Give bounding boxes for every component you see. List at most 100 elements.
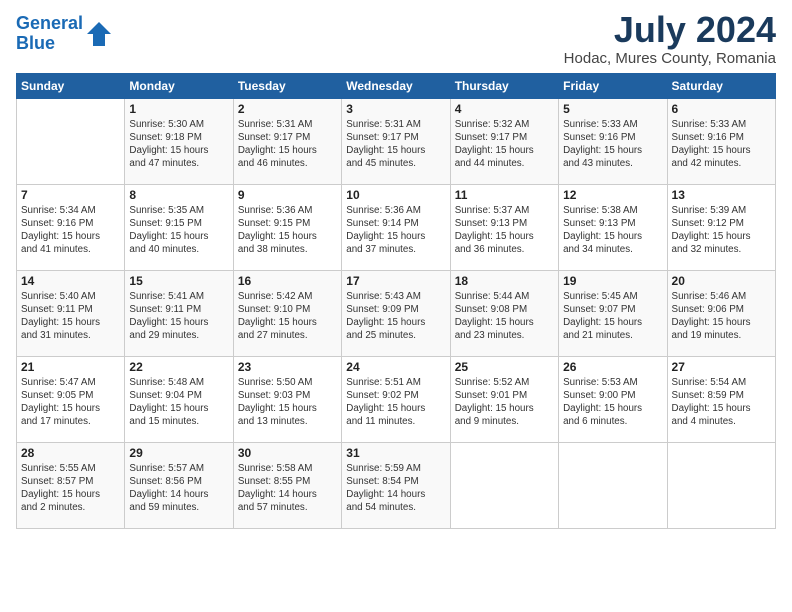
day-info: Sunrise: 5:52 AM Sunset: 9:01 PM Dayligh… [455,376,554,429]
day-info: Sunrise: 5:44 AM Sunset: 9:08 PM Dayligh… [455,290,554,343]
calendar-cell: 27 Sunrise: 5:54 AM Sunset: 8:59 PM Dayli… [667,356,775,442]
calendar-cell: 5 Sunrise: 5:33 AM Sunset: 9:16 PM Daylig… [559,98,667,184]
day-number: 19 [563,274,662,288]
day-info: Sunrise: 5:55 AM Sunset: 8:57 PM Dayligh… [21,462,120,515]
calendar-cell: 22 Sunrise: 5:48 AM Sunset: 9:04 PM Dayli… [125,356,233,442]
day-info: Sunrise: 5:40 AM Sunset: 9:11 PM Dayligh… [21,290,120,343]
day-info: Sunrise: 5:39 AM Sunset: 9:12 PM Dayligh… [672,204,771,257]
calendar-cell [559,442,667,528]
day-info: Sunrise: 5:47 AM Sunset: 9:05 PM Dayligh… [21,376,120,429]
week-row-1: 7Sunrise: 5:34 AM Sunset: 9:16 PM Daylig… [17,184,776,270]
day-info: Sunrise: 5:54 AM Sunset: 8:59 PM Dayligh… [672,376,771,429]
weekday-header-row: SundayMondayTuesdayWednesdayThursdayFrid… [17,73,776,98]
weekday-tuesday: Tuesday [233,73,341,98]
calendar-cell: 30 Sunrise: 5:58 AM Sunset: 8:55 PM Dayli… [233,442,341,528]
calendar-cell: 3 Sunrise: 5:31 AM Sunset: 9:17 PM Daylig… [342,98,450,184]
calendar-cell: 28 Sunrise: 5:55 AM Sunset: 8:57 PM Dayli… [17,442,125,528]
calendar-cell: 24Sunrise: 5:51 AM Sunset: 9:02 PM Dayli… [342,356,450,442]
day-number: 8 [129,188,228,202]
calendar-cell: 9Sunrise: 5:36 AM Sunset: 9:15 PM Daylig… [233,184,341,270]
day-number: 27 [672,360,771,374]
calendar-cell: 7Sunrise: 5:34 AM Sunset: 9:16 PM Daylig… [17,184,125,270]
logo: General Blue [16,14,113,54]
day-info: Sunrise: 5:30 AM Sunset: 9:18 PM Dayligh… [129,118,228,171]
weekday-saturday: Saturday [667,73,775,98]
day-info: Sunrise: 5:33 AM Sunset: 9:16 PM Dayligh… [563,118,662,171]
calendar-cell: 26Sunrise: 5:53 AM Sunset: 9:00 PM Dayli… [559,356,667,442]
day-number: 23 [238,360,337,374]
day-number: 5 [563,102,662,116]
day-info: Sunrise: 5:53 AM Sunset: 9:00 PM Dayligh… [563,376,662,429]
day-number: 3 [346,102,445,116]
day-info: Sunrise: 5:33 AM Sunset: 9:16 PM Dayligh… [672,118,771,171]
week-row-2: 14Sunrise: 5:40 AM Sunset: 9:11 PM Dayli… [17,270,776,356]
day-number: 9 [238,188,337,202]
weekday-monday: Monday [125,73,233,98]
calendar-cell: 10 Sunrise: 5:36 AM Sunset: 9:14 PM Dayli… [342,184,450,270]
page: General Blue July 2024 Hodac, Mures Coun… [0,0,792,539]
day-number: 12 [563,188,662,202]
calendar-cell: 17Sunrise: 5:43 AM Sunset: 9:09 PM Dayli… [342,270,450,356]
logo-icon [85,20,113,48]
day-info: Sunrise: 5:42 AM Sunset: 9:10 PM Dayligh… [238,290,337,343]
day-number: 31 [346,446,445,460]
title-block: July 2024 Hodac, Mures County, Romania [564,10,776,67]
day-info: Sunrise: 5:41 AM Sunset: 9:11 PM Dayligh… [129,290,228,343]
weekday-wednesday: Wednesday [342,73,450,98]
calendar-cell: 19 Sunrise: 5:45 AM Sunset: 9:07 PM Dayli… [559,270,667,356]
main-title: July 2024 [564,10,776,50]
calendar-cell: 29Sunrise: 5:57 AM Sunset: 8:56 PM Dayli… [125,442,233,528]
day-info: Sunrise: 5:35 AM Sunset: 9:15 PM Dayligh… [129,204,228,257]
calendar-cell [17,98,125,184]
day-info: Sunrise: 5:50 AM Sunset: 9:03 PM Dayligh… [238,376,337,429]
calendar-cell: 13Sunrise: 5:39 AM Sunset: 9:12 PM Dayli… [667,184,775,270]
day-number: 25 [455,360,554,374]
day-number: 11 [455,188,554,202]
calendar-table: SundayMondayTuesdayWednesdayThursdayFrid… [16,73,776,529]
day-info: Sunrise: 5:31 AM Sunset: 9:17 PM Dayligh… [346,118,445,171]
day-info: Sunrise: 5:36 AM Sunset: 9:14 PM Dayligh… [346,204,445,257]
subtitle: Hodac, Mures County, Romania [564,50,776,67]
day-number: 20 [672,274,771,288]
calendar-cell: 11 Sunrise: 5:37 AM Sunset: 9:13 PM Dayli… [450,184,558,270]
day-number: 6 [672,102,771,116]
day-info: Sunrise: 5:46 AM Sunset: 9:06 PM Dayligh… [672,290,771,343]
calendar-cell: 6 Sunrise: 5:33 AM Sunset: 9:16 PM Daylig… [667,98,775,184]
calendar-cell: 1Sunrise: 5:30 AM Sunset: 9:18 PM Daylig… [125,98,233,184]
day-info: Sunrise: 5:37 AM Sunset: 9:13 PM Dayligh… [455,204,554,257]
day-number: 16 [238,274,337,288]
day-info: Sunrise: 5:51 AM Sunset: 9:02 PM Dayligh… [346,376,445,429]
day-number: 30 [238,446,337,460]
day-number: 4 [455,102,554,116]
day-number: 29 [129,446,228,460]
weekday-thursday: Thursday [450,73,558,98]
calendar-cell [667,442,775,528]
day-info: Sunrise: 5:38 AM Sunset: 9:13 PM Dayligh… [563,204,662,257]
calendar-header: SundayMondayTuesdayWednesdayThursdayFrid… [17,73,776,98]
calendar-cell: 12 Sunrise: 5:38 AM Sunset: 9:13 PM Dayli… [559,184,667,270]
day-info: Sunrise: 5:59 AM Sunset: 8:54 PM Dayligh… [346,462,445,515]
calendar-cell: 20 Sunrise: 5:46 AM Sunset: 9:06 PM Dayli… [667,270,775,356]
calendar-body: 1Sunrise: 5:30 AM Sunset: 9:18 PM Daylig… [17,98,776,528]
day-number: 10 [346,188,445,202]
calendar-cell: 15Sunrise: 5:41 AM Sunset: 9:11 PM Dayli… [125,270,233,356]
day-number: 22 [129,360,228,374]
day-info: Sunrise: 5:45 AM Sunset: 9:07 PM Dayligh… [563,290,662,343]
header: General Blue July 2024 Hodac, Mures Coun… [16,10,776,67]
day-number: 2 [238,102,337,116]
calendar-cell: 31 Sunrise: 5:59 AM Sunset: 8:54 PM Dayli… [342,442,450,528]
calendar-cell: 2 Sunrise: 5:31 AM Sunset: 9:17 PM Daylig… [233,98,341,184]
calendar-cell [450,442,558,528]
calendar-cell: 4Sunrise: 5:32 AM Sunset: 9:17 PM Daylig… [450,98,558,184]
day-info: Sunrise: 5:43 AM Sunset: 9:09 PM Dayligh… [346,290,445,343]
day-number: 21 [21,360,120,374]
day-info: Sunrise: 5:58 AM Sunset: 8:55 PM Dayligh… [238,462,337,515]
weekday-sunday: Sunday [17,73,125,98]
day-info: Sunrise: 5:34 AM Sunset: 9:16 PM Dayligh… [21,204,120,257]
logo-blue: Blue [16,33,55,53]
day-number: 28 [21,446,120,460]
week-row-4: 28 Sunrise: 5:55 AM Sunset: 8:57 PM Dayli… [17,442,776,528]
day-info: Sunrise: 5:48 AM Sunset: 9:04 PM Dayligh… [129,376,228,429]
day-info: Sunrise: 5:31 AM Sunset: 9:17 PM Dayligh… [238,118,337,171]
day-number: 18 [455,274,554,288]
